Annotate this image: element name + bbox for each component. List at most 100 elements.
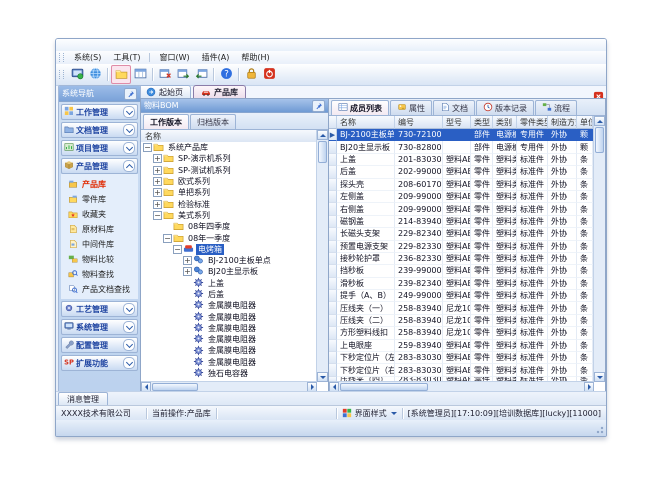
- window-close-button[interactable]: [156, 66, 174, 83]
- table-row[interactable]: BJ20主显示板730-828000-04Z部件电源板专用件外协颗: [329, 141, 594, 153]
- sidebar-group-文档管理[interactable]: 文档管理: [61, 122, 138, 138]
- scrollbar-thumb[interactable]: [318, 141, 327, 163]
- monitor-button[interactable]: [68, 66, 86, 83]
- sidebar-group-扩展功能[interactable]: SP扩展功能: [61, 355, 138, 371]
- layout-button[interactable]: [131, 66, 149, 83]
- tree-item-08年四季度[interactable]: 08年四季度: [141, 221, 317, 232]
- collapse-icon[interactable]: −: [143, 143, 152, 152]
- sidebar-group-工作管理[interactable]: 工作管理: [61, 104, 138, 120]
- chevron-down-icon[interactable]: [123, 339, 135, 351]
- pin-icon[interactable]: [312, 100, 325, 112]
- sidebar-item-物料查找[interactable]: 物料查找: [61, 267, 138, 282]
- table-row[interactable]: 探头壳208-601701-01Z塑料ABS零件塑料类标准件外协条: [329, 179, 594, 191]
- chevron-down-icon[interactable]: [123, 321, 135, 333]
- scrollbar-thumb[interactable]: [340, 383, 428, 391]
- tree-item-金属膜电阻器[interactable]: 金属膜电阻器: [141, 323, 317, 334]
- globe-button[interactable]: [86, 66, 104, 83]
- column-header-零件类型[interactable]: 零件类型: [517, 116, 548, 129]
- column-header-编号[interactable]: 编号: [395, 116, 443, 129]
- table-row[interactable]: 预置电源支架229-823302-00Z塑料ABS零件塑料类标准件外协条: [329, 241, 594, 253]
- tree-item-金属膜电阻器[interactable]: 金属膜电阻器: [141, 345, 317, 356]
- table-row[interactable]: 提手（A、B）249-990001-01Z塑料ABS零件塑料类标准件外协条: [329, 290, 594, 302]
- drag-grip[interactable]: [59, 53, 64, 62]
- tree-item-独石电容器[interactable]: 独石电容器: [141, 368, 317, 379]
- scrollbar-thumb[interactable]: [595, 127, 604, 153]
- sidebar-group-项目管理[interactable]: 项目管理: [61, 140, 138, 156]
- collapse-icon[interactable]: −: [163, 234, 172, 243]
- lock-button[interactable]: [242, 66, 260, 83]
- tree-item-BJ-2100主板单点[interactable]: +BJ-2100主板单点: [141, 255, 317, 266]
- table-row[interactable]: 压线夹（二）258-839402-00Z尼龙1010零件塑料类标准件外协条: [329, 315, 594, 327]
- sidebar-item-物料比较[interactable]: 物料比较: [61, 252, 138, 267]
- sidebar-item-产品库[interactable]: 产品库: [61, 177, 138, 192]
- expand-icon[interactable]: +: [183, 267, 192, 276]
- tree-item-后盖[interactable]: 后盖: [141, 289, 317, 300]
- table-row[interactable]: 下秒定位片（右）283-830302-00Z塑料ABS零件塑料类标准件外协条: [329, 364, 594, 376]
- tab-工作版本[interactable]: 工作版本: [143, 114, 189, 129]
- menu-item-h[interactable]: 帮助(H): [235, 51, 275, 64]
- tab-流程[interactable]: 流程: [535, 100, 577, 115]
- menu-item-w[interactable]: 窗口(W): [153, 51, 195, 64]
- tree-item-金属膜电阻器[interactable]: 金属膜电阻器: [141, 300, 317, 311]
- table-row[interactable]: 上盖201-830302-00Z塑料ABS零件塑料类标准件外协条: [329, 154, 594, 166]
- tab-归档版本[interactable]: 归档版本: [190, 114, 236, 129]
- expand-icon[interactable]: +: [153, 177, 162, 186]
- menu-item-a[interactable]: 插件(A): [196, 51, 236, 64]
- table-row[interactable]: 后盖202-990002-01Z塑料ABS零件塑料类标准件外协条: [329, 166, 594, 178]
- sidebar-item-收藏夹[interactable]: 收藏夹: [61, 207, 138, 222]
- help-button[interactable]: ?: [217, 66, 235, 83]
- interface-style-dropdown[interactable]: 界面样式: [337, 408, 403, 419]
- chevron-down-icon[interactable]: [123, 357, 135, 369]
- column-header-名称[interactable]: 名称: [337, 116, 395, 129]
- tab-文档[interactable]: 文档: [433, 100, 475, 115]
- grid-vertical-scrollbar[interactable]: [593, 116, 605, 382]
- window-import-button[interactable]: [192, 66, 210, 83]
- menu-item-t[interactable]: 工具(T): [107, 51, 146, 64]
- table-row[interactable]: 右侧盖209-990002-01Z塑料ABS零件塑料类标准件外协条: [329, 203, 594, 215]
- doc-tab-起始页[interactable]: 起始页: [138, 85, 191, 99]
- sidebar-group-系统管理[interactable]: 系统管理: [61, 319, 138, 335]
- chevron-up-icon[interactable]: [123, 160, 135, 172]
- expand-icon[interactable]: +: [183, 256, 192, 265]
- expand-icon[interactable]: +: [153, 188, 162, 197]
- window-export-button[interactable]: [174, 66, 192, 83]
- tree-item-金属膜电阻器[interactable]: 金属膜电阻器: [141, 357, 317, 368]
- table-row[interactable]: 压线夹（一）258-839401-00Z尼龙1010零件塑料类标准件外协条: [329, 302, 594, 314]
- chevron-down-icon[interactable]: [123, 106, 135, 118]
- table-row[interactable]: 滑秒板239-823401-00Z塑料ABS零件塑料类标准件外协条: [329, 278, 594, 290]
- sidebar-group-工艺管理[interactable]: 工艺管理: [61, 301, 138, 317]
- scroll-up-icon[interactable]: [317, 130, 328, 140]
- collapse-icon[interactable]: −: [153, 211, 162, 220]
- sidebar-item-原材料库[interactable]: 原材料库: [61, 222, 138, 237]
- scrollbar-thumb[interactable]: [152, 383, 198, 391]
- table-row[interactable]: 长磁头支架229-823401-00Z塑料ABS零件塑料类标准件外协条: [329, 228, 594, 240]
- sidebar-group-产品管理[interactable]: 产品管理: [61, 158, 138, 174]
- sidebar-group-配置管理[interactable]: 配置管理: [61, 337, 138, 353]
- table-row[interactable]: 磁钢盖214-839404-01Z塑料ABS零件塑料类标准件外协条: [329, 216, 594, 228]
- folder-button[interactable]: [111, 65, 131, 84]
- expand-icon[interactable]: +: [153, 166, 162, 175]
- table-row[interactable]: 挡秒板239-990001-01Z塑料ABS零件塑料类标准件外协条: [329, 265, 594, 277]
- chevron-down-icon[interactable]: [123, 303, 135, 315]
- table-row[interactable]: 左侧盖209-990001-01Z塑料ABS零件塑料类标准件外协条: [329, 191, 594, 203]
- expand-icon[interactable]: +: [153, 200, 162, 209]
- tree-item-08年一季度[interactable]: −08年一季度: [141, 232, 317, 243]
- doc-tab-产品库[interactable]: 产品库: [193, 85, 246, 99]
- sidebar-item-产品文档查找[interactable]: 产品文档查找: [61, 282, 138, 297]
- column-header-类型[interactable]: 类型: [471, 116, 493, 129]
- power-button[interactable]: [260, 66, 278, 83]
- tree-item-上盖[interactable]: 上盖: [141, 278, 317, 289]
- table-row[interactable]: 方形塑料线扣258-839403-00Z尼龙1010零件塑料类标准件外协条: [329, 327, 594, 339]
- tree-item-金属膜电阻器[interactable]: 金属膜电阻器: [141, 334, 317, 345]
- table-row[interactable]: 下秒定位片（左）283-830301-00Z塑料ABS零件塑料类标准件外协条: [329, 352, 594, 364]
- chevron-down-icon[interactable]: [123, 142, 135, 154]
- sidebar-item-中间件库[interactable]: 中间件库: [61, 237, 138, 252]
- expand-icon[interactable]: +: [153, 154, 162, 163]
- close-tab-button[interactable]: [593, 87, 604, 98]
- column-header-型号[interactable]: 型号: [443, 116, 471, 129]
- tab-属性[interactable]: 属性: [390, 100, 432, 115]
- drag-grip[interactable]: [59, 70, 64, 79]
- sidebar-item-零件库[interactable]: 零件库: [61, 192, 138, 207]
- pin-icon[interactable]: [124, 88, 137, 100]
- table-row[interactable]: 上电眼座259-839403-00Z塑料ABS零件塑料类标准件外协条: [329, 340, 594, 352]
